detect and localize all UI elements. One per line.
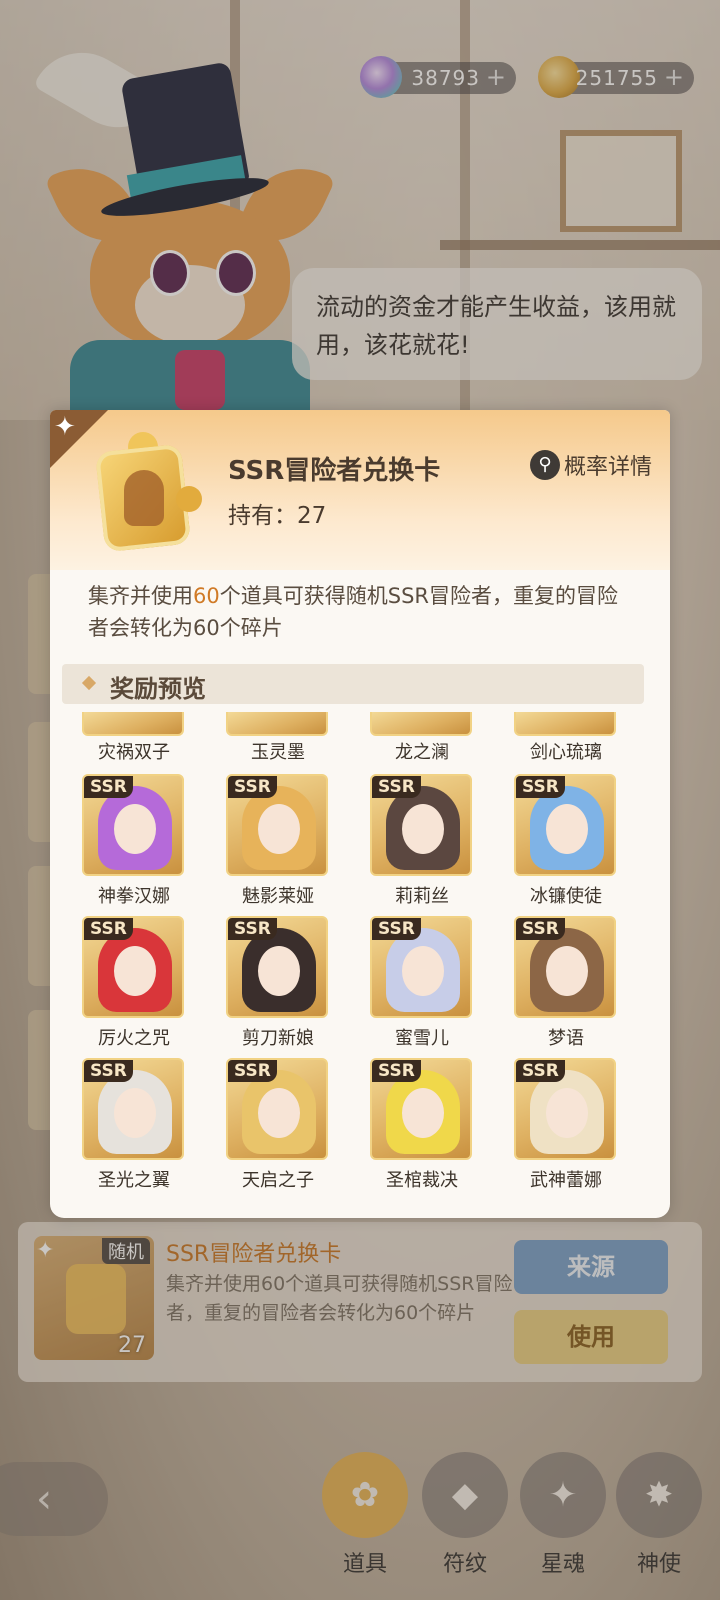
- character-card[interactable]: 龙之澜: [370, 712, 474, 764]
- character-portrait: [514, 712, 616, 736]
- ssr-badge: SSR: [228, 776, 277, 798]
- item-description: 集齐并使用60个道具可获得随机SSR冒险者，重复的冒险者会转化为60个碎片: [88, 584, 618, 640]
- character-name: 天启之子: [242, 1170, 314, 1191]
- character-portrait: [226, 712, 328, 736]
- character-face: [114, 804, 156, 854]
- probability-details-label: 概率详情: [564, 455, 653, 480]
- character-card[interactable]: SSR 莉莉丝: [370, 774, 474, 908]
- character-portrait: SSR: [514, 916, 616, 1018]
- character-face: [258, 1088, 300, 1138]
- character-card[interactable]: 剑心琉璃: [514, 712, 618, 764]
- item-owned-count: 持有：27: [228, 503, 327, 529]
- character-portrait: SSR: [514, 774, 616, 876]
- ssr-badge: SSR: [84, 1060, 133, 1082]
- character-portrait: SSR: [370, 774, 472, 876]
- ssr-badge: SSR: [84, 918, 133, 940]
- reward-preview-title: 奖励预览: [110, 675, 206, 703]
- character-name: 神拳汉娜: [98, 886, 170, 907]
- character-portrait: SSR: [226, 1058, 328, 1160]
- character-card[interactable]: SSR 剪刀新娘: [226, 916, 330, 1050]
- character-card[interactable]: SSR 梦语: [514, 916, 618, 1050]
- character-face: [546, 804, 588, 854]
- diamond-icon: [81, 675, 97, 691]
- character-portrait: SSR: [226, 916, 328, 1018]
- character-portrait: [370, 712, 472, 736]
- character-portrait: SSR: [82, 774, 184, 876]
- character-name: 灾祸双子: [98, 742, 170, 763]
- character-name: 剑心琉璃: [530, 742, 602, 763]
- character-name: 圣棺裁决: [386, 1170, 458, 1191]
- adventurer-silhouette: [124, 470, 164, 526]
- character-name: 蜜雪儿: [395, 1028, 449, 1049]
- character-portrait: SSR: [226, 774, 328, 876]
- character-portrait: SSR: [370, 916, 472, 1018]
- ssr-badge: SSR: [516, 776, 565, 798]
- character-card[interactable]: SSR 蜜雪儿: [370, 916, 474, 1050]
- character-card[interactable]: SSR 圣光之翼: [82, 1058, 186, 1192]
- character-card[interactable]: SSR 冰镰使徒: [514, 774, 618, 908]
- character-card[interactable]: SSR 魅影莱娅: [226, 774, 330, 908]
- character-card[interactable]: 灾祸双子: [82, 712, 186, 764]
- character-name: 龙之澜: [395, 742, 449, 763]
- character-card[interactable]: SSR 圣棺裁决: [370, 1058, 474, 1192]
- character-card[interactable]: SSR 神拳汉娜: [82, 774, 186, 908]
- character-portrait: SSR: [82, 1058, 184, 1160]
- character-portrait: SSR: [514, 1058, 616, 1160]
- magnifier-icon: ⚲: [530, 450, 560, 480]
- character-name: 莉莉丝: [395, 886, 449, 907]
- character-portrait: [82, 712, 184, 736]
- character-name: 圣光之翼: [98, 1170, 170, 1191]
- reward-grid[interactable]: 灾祸双子 玉灵墨 龙之澜 剑心琉璃 SSR 神拳汉娜 SSR 魅影莱娅 SSR 莉莉丝 SSR 冰镰使…: [50, 712, 670, 1218]
- exchange-card-icon: [90, 426, 202, 556]
- character-name: 玉灵墨: [251, 742, 305, 763]
- ssr-badge: SSR: [228, 1060, 277, 1082]
- character-face: [402, 1088, 444, 1138]
- character-face: [546, 1088, 588, 1138]
- character-face: [114, 946, 156, 996]
- highlight-number: 60: [193, 584, 220, 608]
- character-card[interactable]: SSR 武神蕾娜: [514, 1058, 618, 1192]
- ssr-badge: SSR: [372, 776, 421, 798]
- character-name: 冰镰使徒: [530, 886, 602, 907]
- modal-header: ✦ SSR冒险者兑换卡 持有：27 ⚲ 概率详情: [50, 410, 670, 570]
- reward-preview-header: 奖励预览: [62, 664, 644, 704]
- character-card[interactable]: 玉灵墨: [226, 712, 330, 764]
- item-info-modal: ✦ SSR冒险者兑换卡 持有：27 ⚲ 概率详情 集齐并使用60个道具可获得随机…: [50, 410, 670, 1218]
- ssr-badge: SSR: [84, 776, 133, 798]
- ssr-badge: SSR: [372, 1060, 421, 1082]
- character-name: 武神蕾娜: [530, 1170, 602, 1191]
- ssr-badge: SSR: [516, 1060, 565, 1082]
- character-face: [546, 946, 588, 996]
- puzzle-icon: ✦: [54, 412, 76, 442]
- probability-details-button[interactable]: ⚲ 概率详情: [530, 448, 652, 482]
- character-face: [402, 946, 444, 996]
- character-name: 魅影莱娅: [242, 886, 314, 907]
- character-face: [258, 946, 300, 996]
- character-portrait: SSR: [82, 916, 184, 1018]
- character-card[interactable]: SSR 厉火之咒: [82, 916, 186, 1050]
- character-name: 厉火之咒: [98, 1028, 170, 1049]
- puzzle-knob: [176, 486, 202, 512]
- character-face: [258, 804, 300, 854]
- character-card[interactable]: SSR 天启之子: [226, 1058, 330, 1192]
- ssr-badge: SSR: [372, 918, 421, 940]
- character-name: 梦语: [548, 1028, 584, 1049]
- item-name: SSR冒险者兑换卡: [228, 456, 441, 486]
- character-name: 剪刀新娘: [242, 1028, 314, 1049]
- character-portrait: SSR: [370, 1058, 472, 1160]
- ssr-badge: SSR: [228, 918, 277, 940]
- ssr-badge: SSR: [516, 918, 565, 940]
- character-face: [114, 1088, 156, 1138]
- character-face: [402, 804, 444, 854]
